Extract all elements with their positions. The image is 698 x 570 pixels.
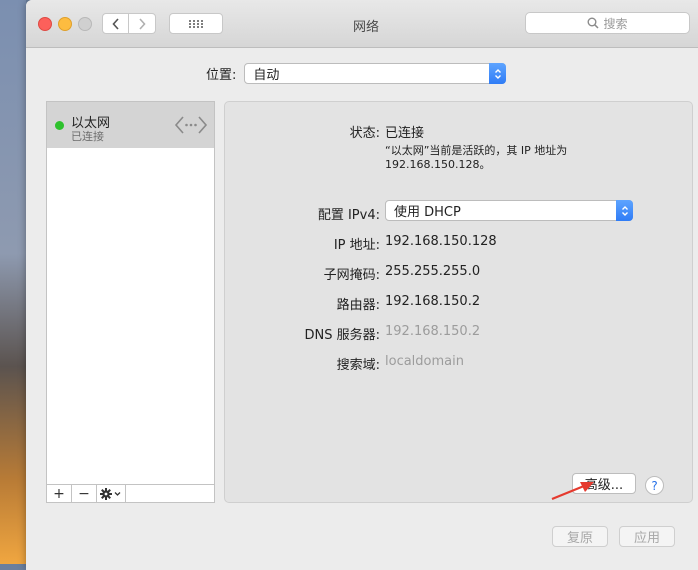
remove-service-button[interactable]: − bbox=[72, 485, 97, 502]
dns-label: DNS 服务器: bbox=[304, 328, 381, 343]
search-domain-value: localdomain bbox=[385, 354, 464, 369]
router-value: 192.168.150.2 bbox=[385, 294, 481, 309]
service-action-button[interactable] bbox=[97, 485, 126, 502]
pointer-arrow-icon bbox=[551, 482, 594, 501]
search-placeholder: 搜索 bbox=[603, 16, 628, 31]
status-dot-icon bbox=[55, 121, 64, 130]
router-label: 路由器: bbox=[336, 298, 380, 313]
status-desc-line1: “以太网”当前是活跃的，其 IP 地址为 bbox=[385, 144, 568, 157]
detail-panel: 状态: 已连接 “以太网”当前是活跃的，其 IP 地址为 192.168.150… bbox=[224, 101, 693, 503]
gear-icon bbox=[100, 487, 121, 500]
location-row: 位置: 自动 bbox=[206, 63, 507, 84]
service-status: 已连接 bbox=[71, 130, 104, 143]
desktop-background bbox=[0, 0, 26, 564]
network-preferences-window: 网络 搜索 位置: 自动 以太网 已连接 + − 状态: 已连接 “以太网”当前… bbox=[26, 0, 698, 570]
search-field[interactable]: 搜索 bbox=[525, 12, 690, 34]
add-service-button[interactable]: + bbox=[47, 485, 72, 502]
popup-arrows-icon bbox=[616, 200, 633, 221]
revert-button[interactable]: 复原 bbox=[552, 526, 608, 547]
location-popup[interactable]: 自动 bbox=[244, 63, 507, 84]
ethernet-icon bbox=[174, 114, 208, 140]
ipv4-config-popup[interactable]: 使用 DHCP bbox=[385, 200, 633, 221]
title-bar: 网络 搜索 bbox=[26, 0, 698, 48]
popup-arrows-icon bbox=[489, 63, 507, 84]
location-label: 位置: bbox=[206, 68, 237, 83]
ip-value: 192.168.150.128 bbox=[385, 234, 497, 249]
status-label: 状态: bbox=[349, 126, 380, 141]
ipv4-label: 配置 IPv4: bbox=[317, 208, 380, 223]
search-icon bbox=[587, 17, 600, 29]
service-list[interactable]: 以太网 已连接 bbox=[46, 101, 215, 503]
status-desc-line2: 192.168.150.128。 bbox=[385, 158, 491, 171]
subnet-mask-label: 子网掩码: bbox=[323, 268, 380, 283]
ipv4-value: 使用 DHCP bbox=[394, 205, 461, 220]
status-description: “以太网”当前是活跃的，其 IP 地址为 192.168.150.128。 bbox=[385, 144, 567, 172]
location-value: 自动 bbox=[253, 68, 280, 83]
service-list-toolbar: + − bbox=[46, 484, 215, 503]
ip-label: IP 地址: bbox=[333, 238, 380, 253]
help-button[interactable]: ? bbox=[645, 476, 664, 495]
subnet-mask-value: 255.255.255.0 bbox=[385, 264, 481, 279]
status-value: 已连接 bbox=[385, 126, 425, 141]
apply-button[interactable]: 应用 bbox=[619, 526, 675, 547]
search-domain-label: 搜索域: bbox=[336, 358, 380, 373]
service-item-ethernet[interactable]: 以太网 已连接 bbox=[47, 102, 214, 148]
dns-value: 192.168.150.2 bbox=[385, 324, 481, 339]
